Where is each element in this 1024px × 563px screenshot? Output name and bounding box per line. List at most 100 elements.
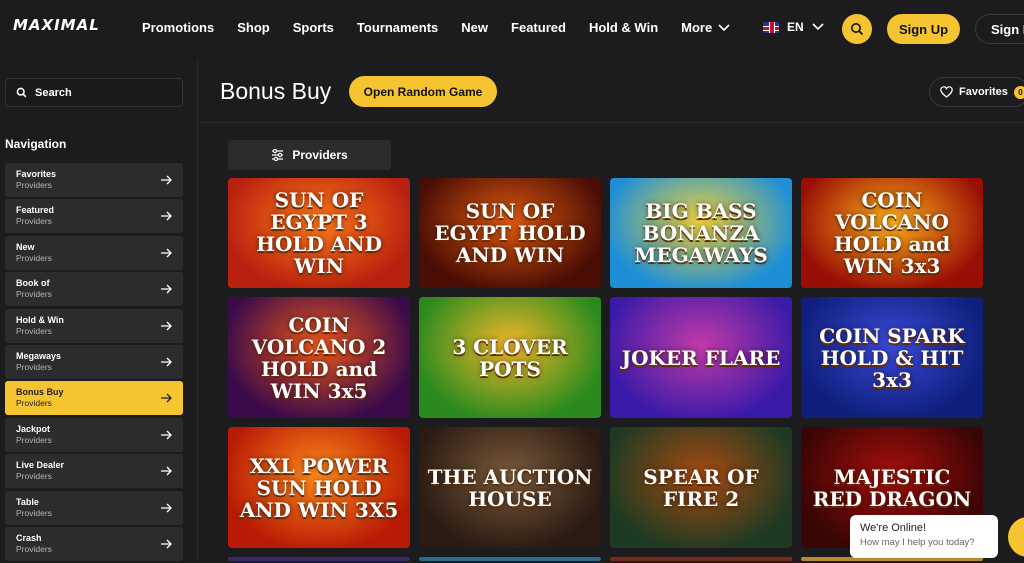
providers-filter-button[interactable]: Providers — [228, 140, 391, 170]
search-button[interactable] — [842, 14, 872, 44]
nav-hold-win[interactable]: Hold & Win — [589, 20, 658, 35]
sidebar-search-label: Search — [35, 86, 72, 99]
game-tile[interactable]: 3 CLOVER POTS — [419, 297, 601, 418]
uk-flag-icon — [763, 21, 779, 33]
chevron-down-icon — [718, 23, 730, 31]
sidebar-item-jackpot[interactable]: Jackpot Providers — [5, 417, 183, 452]
heart-icon — [940, 86, 953, 98]
game-tile[interactable]: SUN OF EGYPT HOLD AND WIN — [419, 178, 601, 288]
sidebar-item-title: New — [16, 241, 35, 252]
game-title: SPEAR OF FIRE 2 — [643, 464, 759, 511]
arrow-right-icon — [161, 321, 172, 331]
chat-subtitle: How may I help you today? — [860, 537, 975, 548]
search-icon — [16, 87, 27, 98]
game-tile[interactable]: COIN VOLCANO HOLD and WIN 3x3 — [801, 178, 983, 288]
sidebar: Search Navigation Favorites Providers Feat… — [0, 60, 198, 561]
sidebar-item-subtitle: Providers — [16, 471, 52, 482]
sidebar-item-favorites[interactable]: Favorites Providers — [5, 163, 183, 197]
arrow-right-icon — [161, 211, 172, 221]
arrow-right-icon — [161, 175, 172, 185]
favorites-button[interactable]: Favorites 0 — [929, 77, 1024, 107]
page-title: Bonus Buy — [220, 78, 332, 104]
sidebar-item-title: Favorites — [16, 169, 57, 179]
nav-featured[interactable]: Featured — [511, 20, 566, 35]
game-title: COIN SPARK HOLD & HIT 3x3 — [819, 323, 965, 392]
sidebar-item-title: Megaways — [16, 350, 62, 361]
game-tile[interactable]: THE AUCTION HOUSE — [419, 427, 601, 548]
sidebar-item-title: Table — [16, 496, 39, 507]
game-tile[interactable]: XXL POWER SUN HOLD AND WIN 3X5 — [228, 427, 410, 548]
game-title: SUN OF EGYPT 3 HOLD AND WIN — [256, 188, 382, 278]
chat-popup[interactable]: We're Online! How may I help you today? — [850, 515, 998, 558]
search-icon — [851, 23, 864, 36]
game-tile[interactable]: COIN VOLCANO 2 HOLD and WIN 3x5 — [228, 297, 410, 418]
game-tile-partial[interactable] — [228, 557, 410, 561]
sliders-icon — [272, 149, 284, 161]
sidebar-item-subtitle: Providers — [16, 361, 52, 372]
divider — [199, 122, 1024, 123]
sidebar-item-subtitle: Providers — [16, 507, 52, 518]
sidebar-item-title: Bonus Buy — [16, 387, 64, 398]
nav-more-label: More — [681, 20, 713, 35]
game-tile[interactable]: SPEAR OF FIRE 2 — [610, 427, 792, 548]
nav-promotions[interactable]: Promotions — [142, 20, 214, 35]
game-tile-partial[interactable] — [610, 557, 792, 561]
game-title: THE AUCTION HOUSE — [427, 464, 593, 511]
arrow-right-icon — [161, 393, 172, 403]
open-random-game-button[interactable]: Open Random Game — [349, 76, 497, 107]
sidebar-item-table[interactable]: Table Providers — [5, 490, 183, 525]
language-label: EN — [787, 20, 804, 34]
game-title: XXL POWER SUN HOLD AND WIN 3X5 — [239, 453, 399, 522]
nav-sports[interactable]: Sports — [293, 20, 334, 35]
arrow-right-icon — [161, 357, 172, 367]
sidebar-item-live-dealer[interactable]: Live Dealer Providers — [5, 454, 183, 489]
arrow-right-icon — [161, 430, 172, 440]
sidebar-item-hold-win[interactable]: Hold & Win Providers — [5, 308, 183, 343]
game-tile-partial[interactable] — [419, 557, 601, 561]
sidebar-item-crash[interactable]: Crash Providers — [5, 526, 183, 561]
game-title: MAJESTIC RED DRAGON — [812, 464, 972, 511]
sidebar-item-new[interactable]: New Providers — [5, 235, 183, 270]
arrow-right-icon — [161, 503, 172, 512]
sidebar-item-title: Book of — [16, 278, 50, 289]
providers-label: Providers — [292, 148, 348, 162]
arrow-right-icon — [161, 539, 172, 549]
nav-tournaments[interactable]: Tournaments — [357, 20, 438, 35]
sidebar-item-bonus-buy[interactable]: Bonus Buy Providers — [5, 381, 183, 416]
chat-title: We're Online! — [860, 522, 927, 534]
sign-in-button[interactable]: Sign In — [975, 14, 1024, 44]
nav-shop[interactable]: Shop — [237, 20, 270, 35]
sidebar-item-subtitle: Providers — [16, 289, 52, 300]
sidebar-search[interactable]: Search — [5, 78, 183, 107]
arrow-right-icon — [161, 248, 172, 258]
sign-up-button[interactable]: Sign Up — [887, 14, 960, 44]
sidebar-item-title: Hold & Win — [16, 314, 64, 325]
game-tile[interactable]: SUN OF EGYPT 3 HOLD AND WIN — [228, 178, 410, 288]
sidebar-item-megaways[interactable]: Megaways Providers — [5, 344, 183, 379]
game-title: SUN OF EGYPT HOLD AND WIN — [434, 199, 586, 267]
game-title: JOKER FLARE — [621, 345, 781, 370]
sidebar-item-title: Featured — [16, 205, 55, 216]
sidebar-item-subtitle: Providers — [16, 180, 52, 190]
nav-more[interactable]: More — [681, 20, 730, 35]
sidebar-item-subtitle: Providers — [16, 434, 52, 445]
sidebar-item-subtitle: Providers — [16, 543, 52, 554]
game-tile[interactable]: JOKER FLARE — [610, 297, 792, 418]
main-nav: Promotions Shop Sports Tournaments New F… — [142, 20, 753, 35]
navigation-title: Navigation — [5, 137, 67, 151]
sidebar-item-featured[interactable]: Featured Providers — [5, 199, 183, 234]
sidebar-item-subtitle: Providers — [16, 216, 52, 227]
sidebar-item-subtitle: Providers — [16, 398, 52, 409]
game-tile[interactable]: COIN SPARK HOLD & HIT 3x3 — [801, 297, 983, 418]
sidebar-item-subtitle: Providers — [16, 252, 52, 263]
chat-launcher-button[interactable] — [1008, 517, 1024, 557]
chevron-down-icon — [812, 23, 824, 31]
game-tile[interactable]: BIG BASS BONANZA MEGAWAYS — [610, 178, 792, 288]
language-selector[interactable]: EN — [763, 20, 824, 34]
sidebar-item-book-of[interactable]: Book of Providers — [5, 272, 183, 307]
sidebar-item-title: Crash — [16, 532, 42, 543]
favorites-label: Favorites — [959, 86, 1008, 98]
game-title: COIN VOLCANO HOLD and WIN 3x3 — [833, 188, 951, 278]
nav-new[interactable]: New — [461, 20, 488, 35]
logo[interactable]: MAXIMAL — [13, 16, 100, 34]
